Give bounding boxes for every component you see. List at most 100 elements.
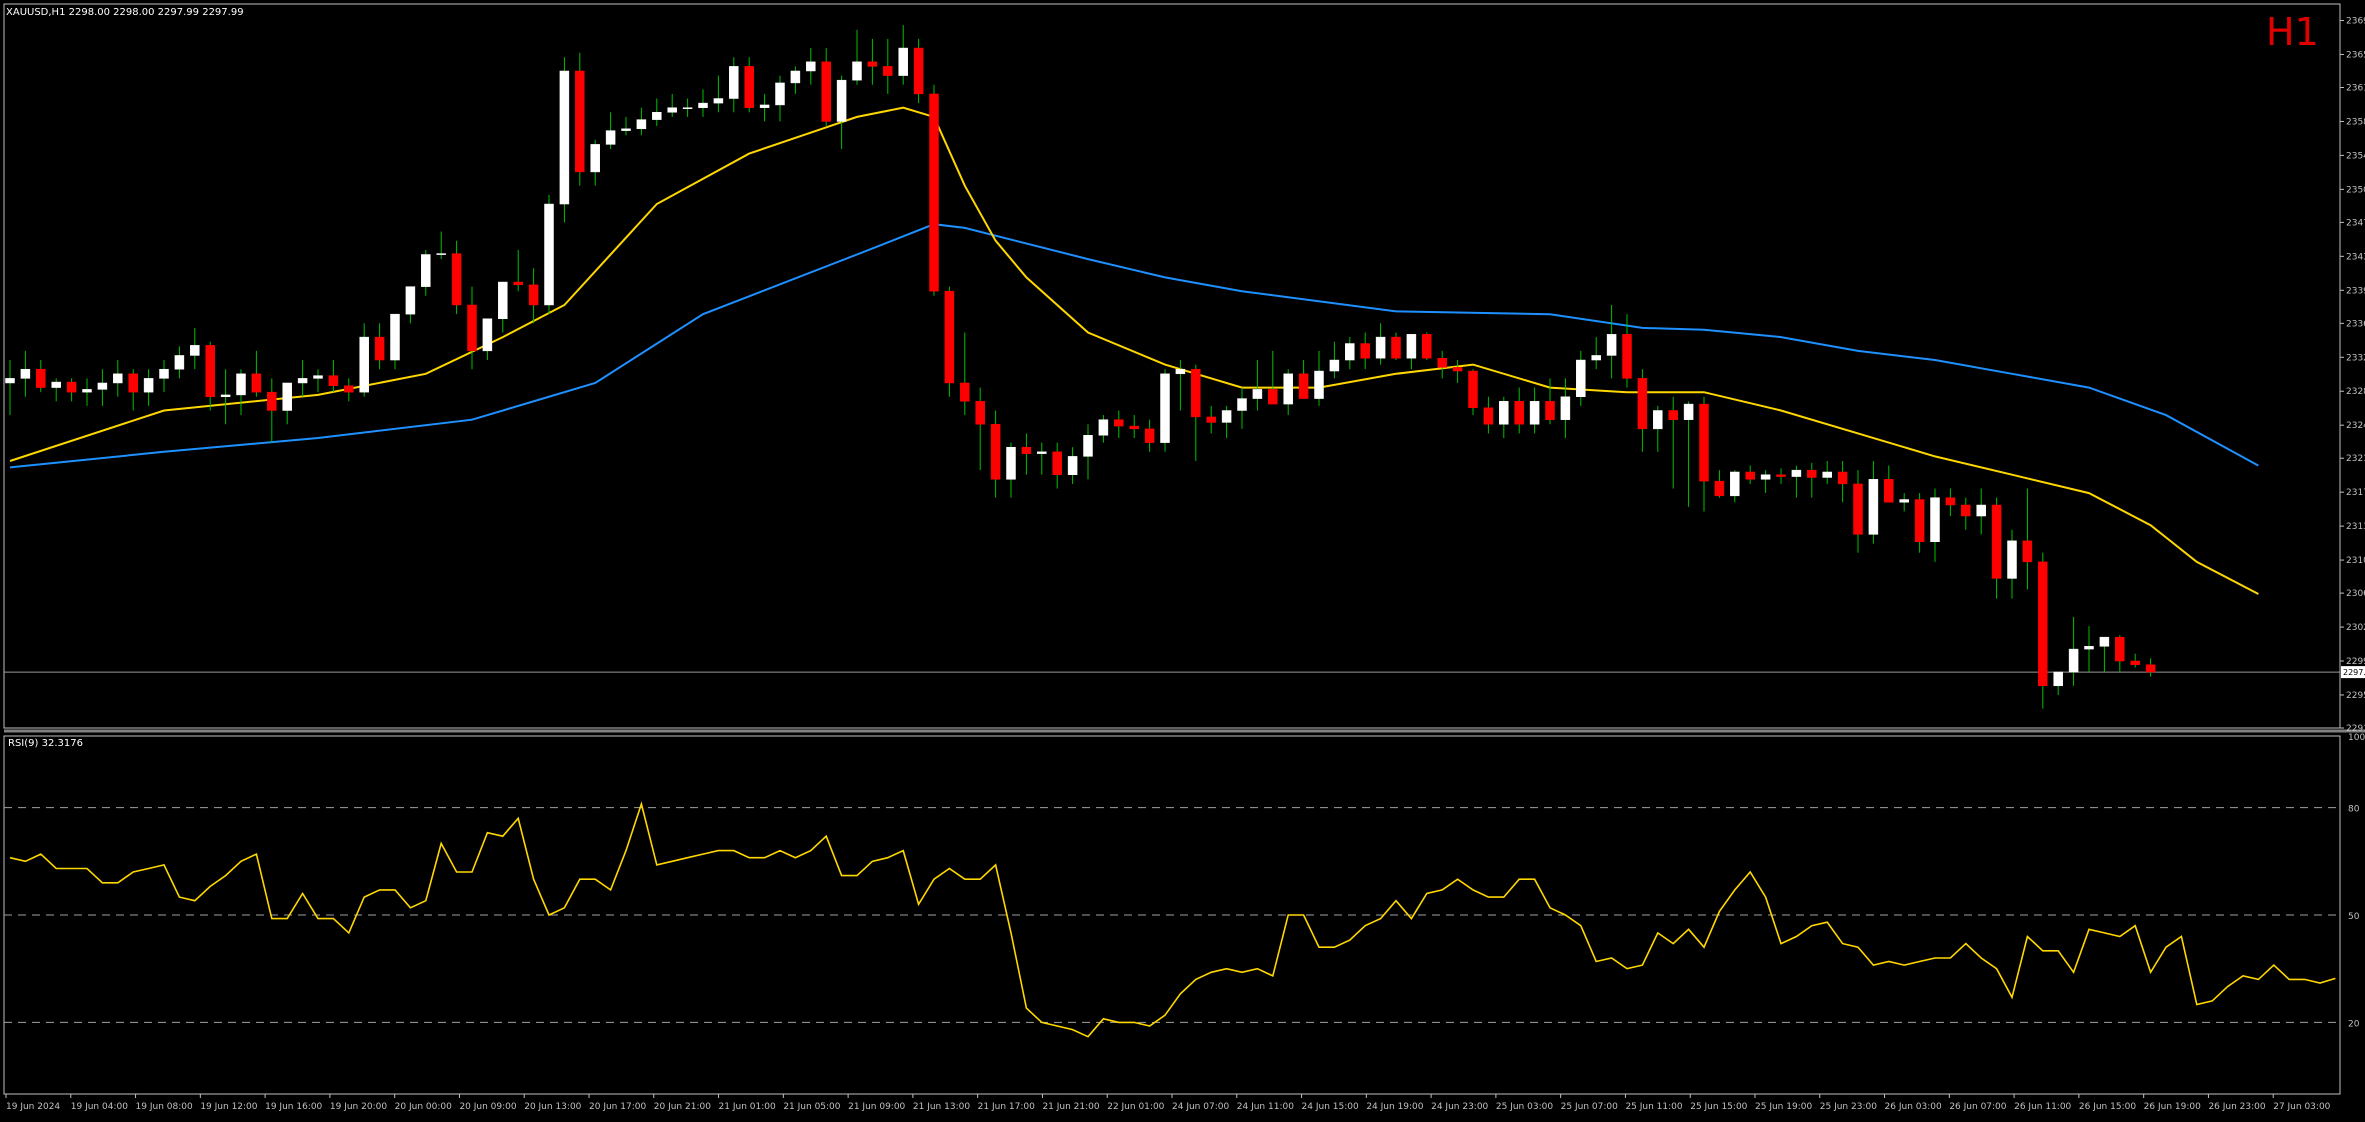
bull-candle — [1083, 435, 1093, 457]
bull-candle — [806, 61, 816, 72]
bull-candle — [1653, 410, 1663, 430]
bull-candle — [1499, 401, 1509, 425]
bear-candle — [2130, 660, 2140, 665]
bear-candle — [1714, 480, 1725, 497]
bull-candle — [498, 281, 508, 319]
price-tick-label: 2354.30 — [2346, 151, 2365, 161]
trading-chart-window[interactable]: 2369.00 2365.30 2361.70 2358.00 2354.30 2350.… — [0, 0, 2365, 1118]
bull-candle — [590, 144, 600, 173]
bull-candle — [898, 47, 908, 76]
price-tick-label: 2324.90 — [2346, 421, 2365, 431]
bear-candle — [513, 281, 523, 286]
time-tick-label: 22 Jun 01:00 — [1107, 1102, 1164, 1112]
bear-candle — [975, 401, 985, 425]
time-tick-label: 24 Jun 15:00 — [1302, 1102, 1359, 1112]
bull-candle — [1160, 373, 1170, 443]
price-tick-label: 2328.60 — [2346, 387, 2365, 397]
bear-candle — [1144, 428, 1155, 443]
bear-candle — [128, 373, 138, 393]
bull-candle — [359, 336, 369, 393]
bull-candle — [1375, 336, 1386, 359]
bull-candle — [282, 382, 292, 411]
time-tick-label: 21 Jun 05:00 — [783, 1102, 840, 1112]
bear-candle — [528, 284, 539, 306]
bear-candle — [267, 391, 277, 411]
bear-candle — [744, 66, 754, 108]
price-tick-label: 2365.30 — [2346, 50, 2365, 60]
chart-canvas[interactable]: 2369.00 2365.30 2361.70 2358.00 2354.30 2350.… — [0, 0, 2365, 1118]
bull-candle — [1237, 398, 1247, 411]
price-tick-label: 2317.60 — [2346, 488, 2365, 498]
time-tick-label: 21 Jun 17:00 — [978, 1102, 1035, 1112]
time-tick-label: 20 Jun 17:00 — [589, 1102, 646, 1112]
bull-candle — [1930, 497, 1940, 542]
bear-candle — [1961, 504, 1971, 517]
time-tick-label: 25 Jun 03:00 — [1496, 1102, 1553, 1112]
time-tick-label: 24 Jun 07:00 — [1172, 1102, 1229, 1112]
time-tick-label: 20 Jun 09:00 — [459, 1102, 516, 1112]
bull-candle — [621, 128, 631, 131]
bull-candle — [1037, 451, 1047, 454]
bear-candle — [1622, 334, 1632, 379]
bear-candle — [1807, 469, 1817, 478]
bear-candle — [990, 424, 1001, 480]
bear-candle — [1483, 407, 1494, 425]
price-tick-label: 2358.00 — [2346, 117, 2365, 127]
bear-candle — [2038, 561, 2048, 687]
rsi-header: RSI(9) 32.3176 — [8, 738, 83, 749]
rsi-tick-label: 80 — [2348, 805, 2360, 815]
bear-candle — [1360, 343, 1370, 359]
bear-candle — [467, 304, 477, 352]
time-tick-label: 25 Jun 19:00 — [1755, 1102, 1812, 1112]
time-tick-label: 26 Jun 15:00 — [2079, 1102, 2136, 1112]
bull-candle — [113, 373, 123, 384]
price-tick-label: 2343.30 — [2346, 252, 2365, 262]
bear-candle — [1129, 425, 1139, 430]
bull-candle — [1175, 368, 1186, 375]
time-tick-label: 26 Jun 19:00 — [2144, 1102, 2201, 1112]
bull-candle — [297, 378, 308, 384]
bull-candle — [2007, 540, 2017, 579]
bear-candle — [2022, 540, 2033, 563]
symbol-header: XAUUSD,H1 2298.00 2298.00 2297.99 2297.9… — [6, 7, 244, 18]
time-tick-label: 24 Jun 19:00 — [1366, 1102, 1423, 1112]
bull-candle — [729, 66, 739, 99]
bear-candle — [1422, 334, 1432, 359]
price-tick-label: 2350.60 — [2346, 185, 2365, 195]
time-tick-label: 24 Jun 11:00 — [1237, 1102, 1294, 1112]
bear-candle — [1991, 504, 2002, 579]
bull-candle — [20, 368, 31, 379]
bear-candle — [66, 381, 77, 393]
time-tick-label: 19 Jun 04:00 — [71, 1102, 128, 1112]
bear-candle — [1437, 357, 1447, 368]
bull-candle — [559, 70, 570, 205]
bull-candle — [1098, 419, 1109, 436]
time-tick-label: 25 Jun 23:00 — [1820, 1102, 1877, 1112]
bear-candle — [1745, 471, 1755, 480]
bull-candle — [1314, 370, 1324, 399]
bear-candle — [883, 66, 893, 76]
price-tick-label: 2339.60 — [2346, 286, 2365, 296]
bull-candle — [51, 381, 61, 388]
bull-candle — [1591, 355, 1601, 361]
time-tick-label: 27 Jun 03:00 — [2273, 1102, 2330, 1112]
bear-candle — [205, 345, 215, 397]
bull-candle — [159, 368, 169, 379]
bull-candle — [605, 130, 616, 145]
bear-candle — [251, 373, 262, 393]
bear-candle — [1452, 367, 1463, 372]
bull-candle — [1760, 474, 1771, 480]
bear-candle — [2115, 636, 2125, 662]
price-tick-label: 2295.50 — [2346, 691, 2365, 701]
bear-candle — [929, 93, 939, 292]
bull-candle — [1899, 499, 1909, 503]
bull-candle — [97, 382, 108, 390]
bull-candle — [1576, 359, 1586, 397]
time-tick-label: 19 Jun 2024 — [6, 1102, 60, 1112]
bear-candle — [867, 61, 878, 67]
rsi-tick-label: 100 — [2348, 733, 2365, 743]
price-tick-label: 2310.20 — [2346, 556, 2365, 566]
time-tick-label: 19 Jun 08:00 — [136, 1102, 193, 1112]
price-tick-label: 2321.30 — [2346, 454, 2365, 464]
bear-candle — [451, 253, 462, 306]
